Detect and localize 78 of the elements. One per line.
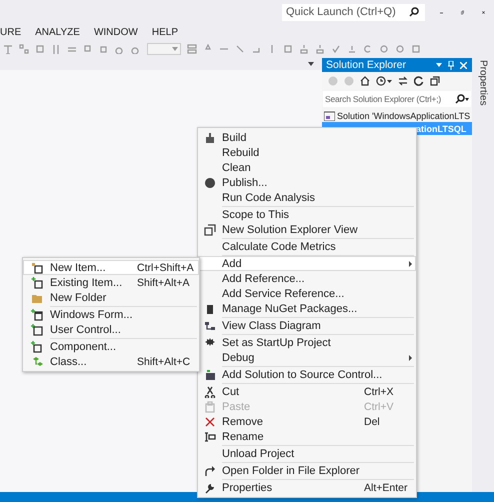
menu-item[interactable]: Add Reference...: [198, 271, 416, 286]
search-icon: [409, 7, 419, 17]
toolbar-icon[interactable]: [35, 44, 45, 54]
dropdown-icon[interactable]: [436, 63, 442, 67]
toolbar-icon[interactable]: [379, 44, 389, 54]
dropdown-icon[interactable]: [308, 62, 314, 66]
new-file-icon: [30, 262, 42, 274]
add-file-icon: [30, 276, 42, 288]
diagram-icon: [204, 320, 216, 332]
menu-item[interactable]: HELP: [152, 26, 178, 38]
menu-item[interactable]: Publish...: [198, 175, 416, 190]
menu-item[interactable]: New Solution Explorer View: [198, 222, 416, 237]
menu-item[interactable]: Properties Alt+Enter: [198, 480, 416, 495]
properties-tab[interactable]: Properties: [478, 60, 488, 106]
menu-item[interactable]: Remove Del: [198, 414, 416, 429]
pin-icon[interactable]: [448, 60, 454, 70]
solution-icon: [324, 110, 335, 120]
menu-item[interactable]: View Class Diagram: [198, 318, 416, 333]
component-icon: [30, 340, 42, 352]
class-icon: [30, 356, 42, 368]
home-icon[interactable]: [360, 76, 370, 86]
menu-item[interactable]: Add: [198, 256, 416, 271]
menu-item[interactable]: Cut Ctrl+X: [198, 384, 416, 399]
menu-item[interactable]: Add Service Reference...: [198, 286, 416, 301]
toolbar-icon[interactable]: [395, 44, 405, 54]
menu-item[interactable]: Open Folder in File Explorer: [198, 463, 416, 478]
tree-item[interactable]: Solution 'WindowsApplicationLTS: [322, 109, 472, 122]
toolbar-icon[interactable]: [315, 44, 325, 54]
menu-item[interactable]: Debug: [198, 350, 416, 365]
menu-item[interactable]: Class... Shift+Alt+C: [23, 354, 199, 369]
menu-item[interactable]: Existing Item... Shift+Alt+A: [23, 275, 199, 290]
toolbar-icon[interactable]: [187, 44, 197, 54]
menu-item[interactable]: URE: [0, 26, 22, 38]
search-field[interactable]: Search Solution Explorer (Ctrl+;): [323, 91, 471, 107]
menu-item[interactable]: Calculate Code Metrics: [198, 239, 416, 254]
toolbar-icon[interactable]: [347, 44, 357, 54]
clipboard-icon: [204, 400, 216, 412]
menu-item[interactable]: Build: [198, 130, 416, 145]
curved-arrow-icon: [204, 464, 216, 476]
menu-item[interactable]: User Control...: [23, 322, 199, 337]
restore-icon[interactable]: [461, 8, 464, 16]
toolbar-icon[interactable]: [363, 44, 373, 54]
menu-item[interactable]: New Folder: [23, 290, 199, 305]
menu-item[interactable]: Manage NuGet Packages...: [198, 301, 416, 316]
rename-icon: [204, 430, 216, 442]
menu-item[interactable]: Clean: [198, 160, 416, 175]
form-icon: [30, 308, 42, 320]
toolbar-icon[interactable]: [3, 44, 13, 54]
toolbar-icon[interactable]: [299, 44, 309, 54]
toolbar-icon[interactable]: [51, 44, 61, 54]
history-icon[interactable]: [376, 76, 392, 86]
control-icon: [30, 324, 42, 336]
menu-item[interactable]: Rebuild: [198, 145, 416, 160]
collapse-icon[interactable]: [430, 76, 440, 86]
menu-item[interactable]: Unload Project: [198, 446, 416, 461]
menu-item[interactable]: Scope to This: [198, 207, 416, 222]
refresh-icon[interactable]: [414, 76, 424, 86]
menu-item[interactable]: Add Solution to Source Control...: [198, 367, 416, 382]
scissors-icon: [204, 386, 216, 398]
toolbar-icon[interactable]: [331, 44, 341, 54]
menu-item[interactable]: Run Code Analysis: [198, 190, 416, 205]
delete-icon: [204, 416, 216, 428]
toolbar-icon[interactable]: [411, 44, 421, 54]
quick-launch-field[interactable]: Quick Launch (Ctrl+Q): [282, 4, 425, 20]
combo-box[interactable]: [147, 43, 181, 55]
toolbar-icon[interactable]: [19, 44, 29, 54]
menu-item[interactable]: ANALYZE: [35, 26, 80, 38]
menu-item[interactable]: Rename: [198, 429, 416, 444]
windows-icon: [204, 224, 216, 236]
menu-item[interactable]: Component...: [23, 339, 199, 354]
menu-item[interactable]: WINDOW: [94, 26, 138, 38]
menu-item[interactable]: Windows Form...: [23, 307, 199, 322]
menu-item[interactable]: Set as StartUp Project: [198, 335, 416, 350]
menu-item[interactable]: New Item... Ctrl+Shift+A: [23, 260, 199, 275]
search-icon: [455, 94, 469, 104]
sync-icon[interactable]: [398, 76, 408, 86]
wrench-icon: [204, 482, 216, 494]
panel-title: Solution Explorer: [326, 59, 407, 71]
